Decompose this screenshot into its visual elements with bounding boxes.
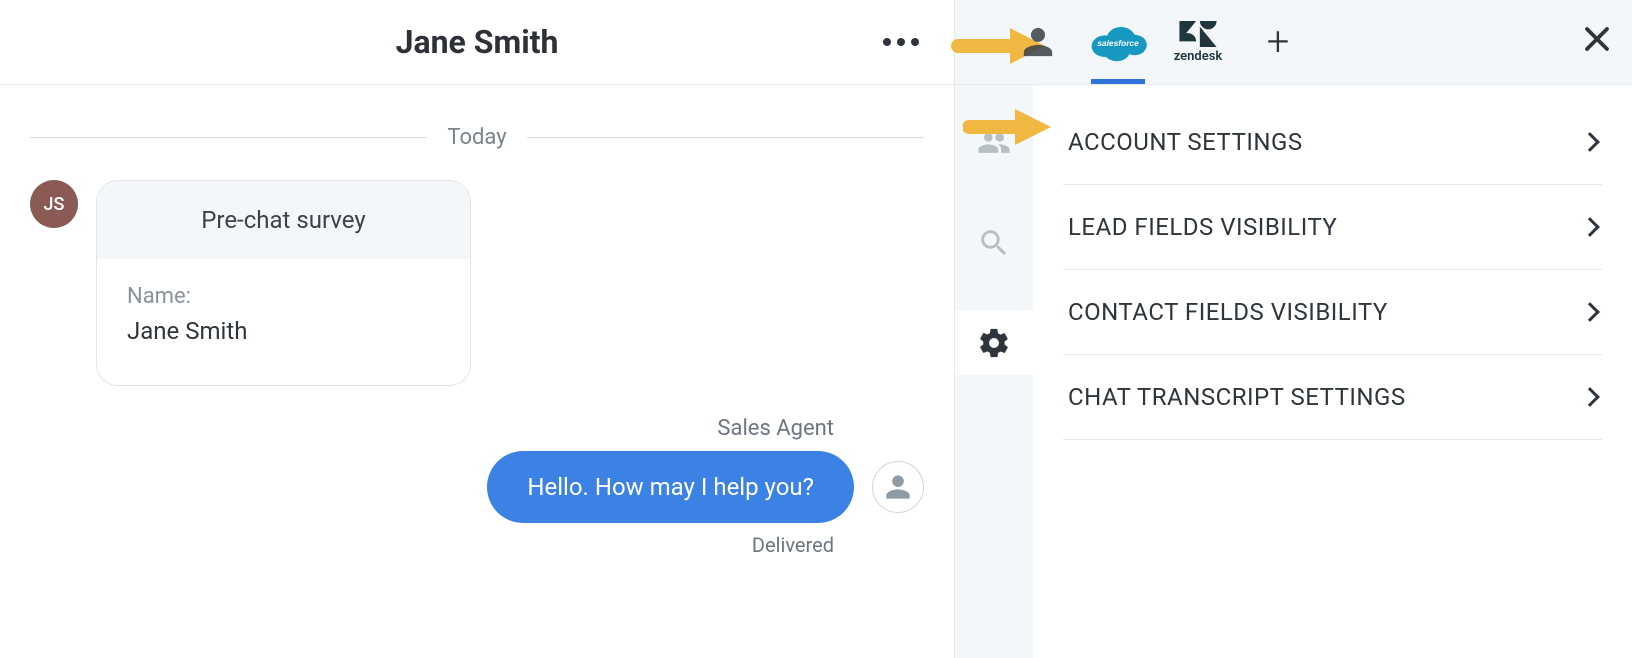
app-tab-contact[interactable] (1007, 11, 1069, 73)
chevron-right-icon (1580, 302, 1600, 322)
settings-item-label: ACCOUNT SETTINGS (1068, 128, 1303, 156)
incoming-message-row: JS Pre-chat survey Name: Jane Smith (30, 180, 924, 386)
date-separator: Today (30, 125, 924, 150)
side-panel-header: salesforce zendesk + (955, 0, 1632, 85)
chevron-right-icon (1580, 217, 1600, 237)
survey-card-title: Pre-chat survey (97, 181, 470, 259)
close-panel-button[interactable] (1582, 21, 1612, 63)
agent-avatar (872, 461, 924, 513)
chat-header: Jane Smith (0, 0, 954, 85)
message-status: Delivered (752, 533, 834, 557)
settings-item-label: CHAT TRANSCRIPT SETTINGS (1068, 383, 1406, 411)
settings-item-transcript[interactable]: CHAT TRANSCRIPT SETTINGS (1063, 355, 1602, 440)
contact-name: Jane Smith (396, 23, 559, 61)
zendesk-label: zendesk (1174, 49, 1223, 64)
chat-panel: Jane Smith Today JS Pre-chat survey Name… (0, 0, 955, 658)
add-app-button[interactable]: + (1247, 11, 1309, 73)
plus-icon: + (1267, 22, 1290, 62)
outgoing-message-block: Sales Agent Hello. How may I help you? D… (30, 416, 924, 557)
app-tab-salesforce[interactable]: salesforce (1087, 11, 1149, 73)
settings-item-account[interactable]: ACCOUNT SETTINGS (1063, 100, 1602, 185)
nav-search[interactable] (955, 210, 1033, 275)
zendesk-icon (1179, 21, 1217, 47)
search-icon (977, 226, 1011, 260)
chat-body: Today JS Pre-chat survey Name: Jane Smit… (0, 85, 954, 658)
settings-item-label: CONTACT FIELDS VISIBILITY (1068, 298, 1388, 326)
app-tab-zendesk[interactable]: zendesk (1167, 11, 1229, 73)
close-icon (1582, 24, 1612, 54)
svg-text:salesforce: salesforce (1097, 38, 1139, 48)
settings-item-lead-fields[interactable]: LEAD FIELDS VISIBILITY (1063, 185, 1602, 270)
date-separator-label: Today (427, 125, 526, 150)
people-icon (977, 126, 1011, 160)
contact-avatar: JS (30, 180, 78, 228)
settings-item-contact-fields[interactable]: CONTACT FIELDS VISIBILITY (1063, 270, 1602, 355)
settings-list: ACCOUNT SETTINGS LEAD FIELDS VISIBILITY … (1033, 85, 1632, 658)
salesforce-icon: salesforce (1088, 21, 1148, 63)
side-panel: salesforce zendesk + (955, 0, 1632, 658)
person-icon (1021, 25, 1055, 59)
chevron-right-icon (1580, 387, 1600, 407)
prechat-survey-card: Pre-chat survey Name: Jane Smith (96, 180, 471, 386)
side-nav (955, 85, 1033, 658)
agent-name: Sales Agent (717, 416, 834, 441)
chevron-right-icon (1580, 132, 1600, 152)
settings-item-label: LEAD FIELDS VISIBILITY (1068, 213, 1337, 241)
gear-icon (977, 326, 1011, 360)
survey-name-label: Name: (127, 284, 440, 309)
survey-name-value: Jane Smith (127, 317, 440, 345)
agent-message-bubble: Hello. How may I help you? (487, 451, 854, 523)
nav-settings[interactable] (955, 310, 1033, 375)
more-icon (883, 38, 919, 46)
person-icon (884, 473, 912, 501)
nav-contacts[interactable] (955, 110, 1033, 175)
more-options-button[interactable] (883, 38, 919, 46)
